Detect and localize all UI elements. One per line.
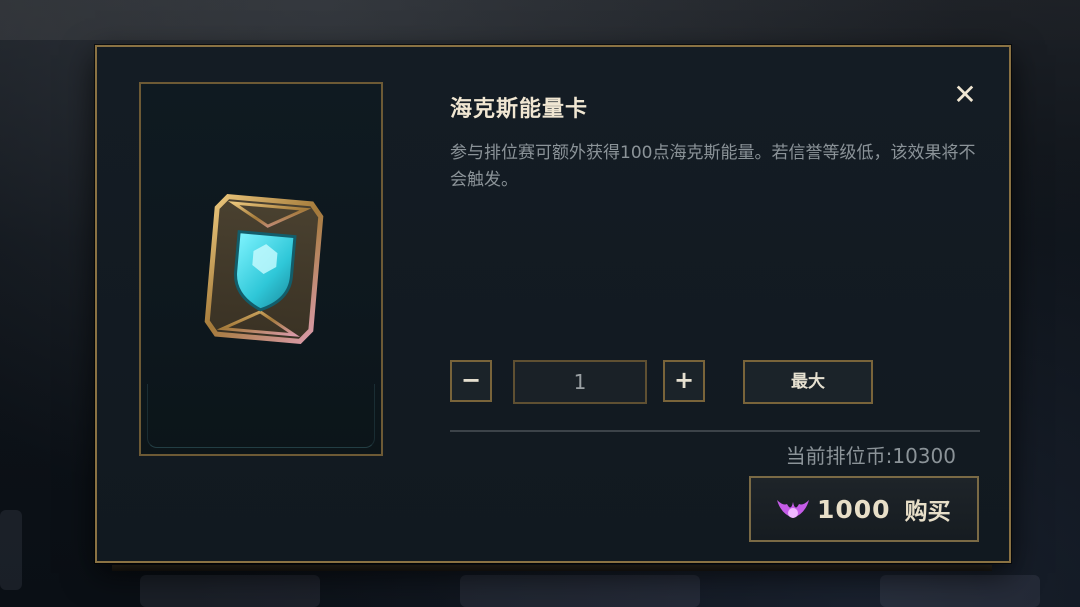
item-preview-panel <box>139 82 383 456</box>
decrement-button[interactable]: − <box>450 360 492 402</box>
buy-button[interactable]: 1000 购买 <box>749 476 979 542</box>
item-description: 参与排位赛可额外获得100点海克斯能量。若信誉等级低，该效果将不会触发。 <box>450 143 976 190</box>
currency-balance: 当前排位币:10300 <box>785 444 956 468</box>
blurred-tile <box>880 575 1040 607</box>
close-icon[interactable]: ✕ <box>953 78 976 111</box>
purchase-dialog: 海克斯能量卡 参与排位赛可额外获得100点海克斯能量。若信誉等级低，该效果将不会… <box>95 45 1011 563</box>
modal-shadow-ledge <box>112 565 992 571</box>
minus-icon[interactable]: − <box>461 366 481 394</box>
quantity-input[interactable]: 1 <box>513 360 647 404</box>
close-button[interactable]: ✕ <box>951 81 979 109</box>
blurred-tile <box>140 575 320 607</box>
buy-button-content[interactable]: 1000 购买 <box>773 478 951 540</box>
increment-button[interactable]: + <box>663 360 705 402</box>
item-preview-glow <box>147 384 375 448</box>
hextech-energy-card-icon <box>204 194 324 344</box>
divider <box>450 430 980 432</box>
item-title: 海克斯能量卡 <box>450 97 589 122</box>
buy-price[interactable]: 1000 <box>817 495 891 524</box>
ranked-token-icon <box>777 500 809 518</box>
plus-icon[interactable]: + <box>674 366 694 394</box>
blurred-top-bar <box>0 0 1080 40</box>
blurred-tile <box>0 510 22 590</box>
buy-label[interactable]: 购买 <box>905 492 951 526</box>
max-quantity-button[interactable]: 最大 <box>743 360 873 404</box>
blurred-tile <box>460 575 700 607</box>
